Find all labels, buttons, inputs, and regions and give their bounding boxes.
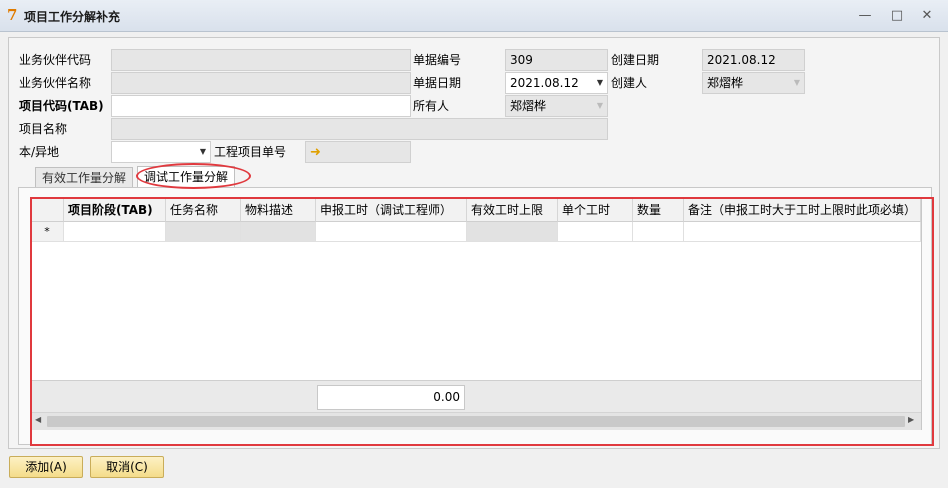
cancel-button[interactable]: 取消(C) xyxy=(90,456,164,478)
maximize-icon[interactable]: □ xyxy=(884,6,910,26)
chevron-down-icon: ▼ xyxy=(793,78,800,87)
app-logo-icon: 7 xyxy=(7,6,18,24)
project-name-label: 项目名称 xyxy=(19,122,68,136)
creator-label: 创建人 xyxy=(611,76,648,90)
doc-number-label: 单据编号 xyxy=(413,53,462,67)
doc-date-select[interactable]: 2021.08.12 ▼ xyxy=(505,72,608,94)
owner-value: 郑熠桦 xyxy=(510,99,547,113)
owner-label: 所有人 xyxy=(413,99,450,113)
creator-value: 郑熠桦 xyxy=(707,76,744,90)
local-remote-label: 本/异地 xyxy=(19,145,60,159)
tab-effective-workload[interactable]: 有效工作量分解 xyxy=(35,167,134,188)
chevron-down-icon: ▼ xyxy=(199,147,206,156)
create-date-field: 2021.08.12 xyxy=(702,49,805,71)
chevron-down-icon: ▼ xyxy=(596,78,603,87)
doc-number-field: 309 xyxy=(505,49,608,71)
project-order-label: 工程项目单号 xyxy=(214,145,287,159)
highlight-ellipse xyxy=(136,163,251,189)
close-icon[interactable]: ✕ xyxy=(914,6,940,26)
window-title: 项目工作分解补充 xyxy=(24,10,121,24)
owner-select[interactable]: 郑熠桦 ▼ xyxy=(505,95,608,117)
title-bar: 7 项目工作分解补充 — □ ✕ xyxy=(0,0,948,32)
partner-code-label: 业务伙伴代码 xyxy=(19,53,92,67)
project-order-field[interactable]: ➜ xyxy=(305,141,411,163)
highlight-box xyxy=(30,197,934,446)
add-button[interactable]: 添加(A) xyxy=(9,456,83,478)
partner-code-field xyxy=(111,49,411,71)
link-arrow-icon[interactable]: ➜ xyxy=(310,145,321,160)
creator-select[interactable]: 郑熠桦 ▼ xyxy=(702,72,805,94)
create-date-label: 创建日期 xyxy=(611,53,660,67)
partner-name-field xyxy=(111,72,411,94)
local-remote-select[interactable]: ▼ xyxy=(111,141,211,163)
doc-date-label: 单据日期 xyxy=(413,76,462,90)
doc-date-value: 2021.08.12 xyxy=(510,76,579,90)
partner-name-label: 业务伙伴名称 xyxy=(19,76,92,90)
project-name-field xyxy=(111,118,608,140)
minimize-icon[interactable]: — xyxy=(852,6,878,26)
project-code-label: 项目代码(TAB) xyxy=(19,99,104,113)
project-code-input[interactable] xyxy=(111,95,411,117)
chevron-down-icon: ▼ xyxy=(596,101,603,110)
